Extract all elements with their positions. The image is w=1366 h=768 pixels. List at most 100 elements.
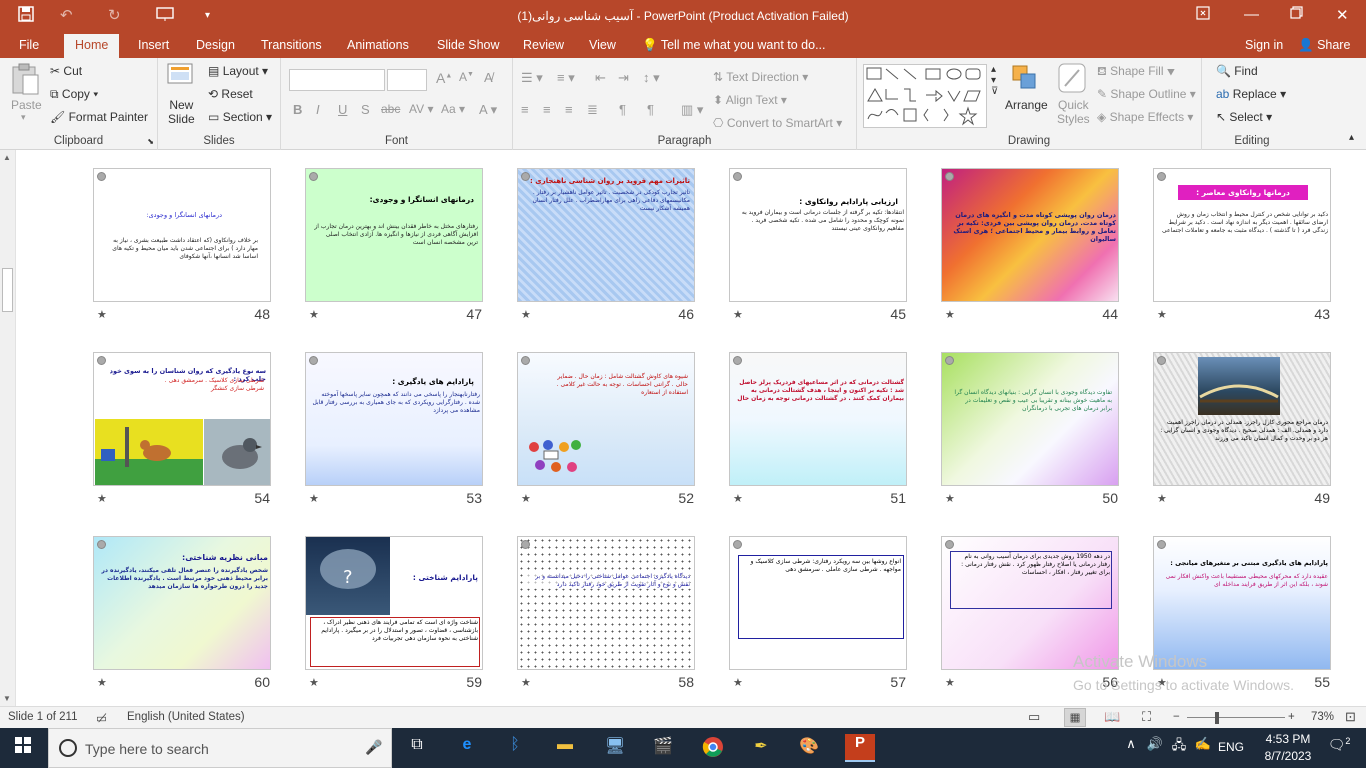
zoom-out-icon[interactable]: −: [1173, 711, 1180, 723]
close-icon[interactable]: ✕: [1336, 6, 1349, 24]
vertical-scrollbar[interactable]: ▲ ▼: [0, 150, 16, 706]
slide-thumbnail-54[interactable]: سه نوع یادگیری که روان شناسان را به سوی …: [93, 352, 271, 486]
zoom-slider[interactable]: [1187, 717, 1285, 718]
replace-button[interactable]: ab Replace ▾: [1216, 87, 1286, 101]
transition-star-icon[interactable]: ★: [521, 676, 531, 689]
new-slide-button[interactable]: New Slide: [168, 98, 195, 126]
reading-view-icon[interactable]: 📖: [1104, 709, 1120, 725]
normal-view-icon[interactable]: ▭: [1028, 709, 1040, 725]
slide-thumbnail-55[interactable]: پارادایم های یادگیری مبتنی بر متغیرهای م…: [1153, 536, 1331, 670]
align-center-icon[interactable]: ≡: [543, 102, 551, 117]
tab-file[interactable]: File: [19, 38, 39, 52]
tab-slide-show[interactable]: Slide Show: [437, 38, 500, 52]
shapes-gallery[interactable]: [863, 64, 987, 128]
windows-start-icon[interactable]: [10, 736, 36, 760]
edge-icon[interactable]: e: [454, 736, 480, 760]
tab-design[interactable]: Design: [196, 38, 235, 52]
transition-star-icon[interactable]: ★: [733, 308, 743, 321]
char-spacing-icon[interactable]: AV ▾: [409, 102, 433, 116]
pen-tool-icon[interactable]: ✒: [748, 736, 774, 760]
paste-icon[interactable]: [10, 62, 42, 98]
paste-dropdown-icon[interactable]: ▾: [21, 112, 26, 123]
layout-button[interactable]: ▤ Layout ▾: [208, 64, 268, 78]
numbering-icon[interactable]: ≡ ▾: [557, 70, 575, 86]
tab-insert[interactable]: Insert: [138, 38, 169, 52]
share-button[interactable]: 👤 Share: [1298, 38, 1350, 53]
slide-thumbnail-51[interactable]: گشتالت درمانی که در اثر مساعیهای فردریک …: [729, 352, 907, 486]
file-explorer-icon[interactable]: ▬: [552, 736, 578, 760]
slide-thumbnail-47[interactable]: درمانهای انسانگرا و وجودی: رفتارهای مختل…: [305, 168, 483, 302]
clock[interactable]: 4:53 PM 8/7/2023: [1258, 732, 1318, 763]
font-color-icon[interactable]: A ▾: [479, 102, 497, 118]
slide-thumbnail-43[interactable]: درمانها روانکاوی معاصر : دکید بر توانایی…: [1153, 168, 1331, 302]
quick-styles-icon[interactable]: [1057, 62, 1087, 97]
transition-star-icon[interactable]: ★: [1157, 492, 1167, 505]
shadow-icon[interactable]: S: [361, 102, 370, 117]
show-hidden-icons[interactable]: ∧: [1118, 736, 1144, 760]
scroll-thumb[interactable]: [2, 268, 13, 312]
microphone-icon[interactable]: 🎤: [365, 739, 382, 756]
slide-thumbnail-46[interactable]: تاثیرات مهم فروید بر روان شناسی ناهنجاری…: [517, 168, 695, 302]
tab-view[interactable]: View: [589, 38, 616, 52]
taskbar-search-box[interactable]: Type here to search 🎤: [48, 728, 392, 768]
shapes-more-icon[interactable]: ▴ ▾ ⊽: [991, 64, 998, 97]
transition-star-icon[interactable]: ★: [945, 676, 955, 689]
find-button[interactable]: 🔍 Find: [1216, 64, 1258, 78]
scroll-down-icon[interactable]: ▼: [3, 694, 11, 703]
fit-to-window-icon[interactable]: ⊡: [1345, 709, 1356, 725]
slide-thumbnail-45[interactable]: ارزیابی پارادایم روانکاوی : انتقادها: تک…: [729, 168, 907, 302]
increase-indent-icon[interactable]: ⇥: [618, 70, 629, 86]
font-size-box[interactable]: [387, 69, 427, 91]
arrange-icon[interactable]: [1009, 62, 1041, 97]
italic-icon[interactable]: I: [316, 102, 320, 117]
transition-star-icon[interactable]: ★: [309, 492, 319, 505]
minimize-icon[interactable]: —: [1244, 6, 1259, 23]
slide-thumbnail-48[interactable]: درمانهای انسانگرا و وجودی: بر خلاف روانک…: [93, 168, 271, 302]
collapse-ribbon-icon[interactable]: ▴: [1349, 132, 1354, 143]
powerpoint-taskbar-icon[interactable]: P: [845, 734, 875, 762]
align-text-button[interactable]: ⬍ Align Text ▾: [713, 93, 787, 107]
slide-thumbnail-60[interactable]: مبانی نظریه شناختی: شخص یادگیرنده را عنص…: [93, 536, 271, 670]
tab-animations[interactable]: Animations: [347, 38, 409, 52]
transition-star-icon[interactable]: ★: [1157, 308, 1167, 321]
shape-effects-button[interactable]: ◈ Shape Effects ▾: [1097, 110, 1193, 124]
shape-outline-button[interactable]: ✎ Shape Outline ▾: [1097, 87, 1196, 101]
transition-star-icon[interactable]: ★: [521, 308, 531, 321]
volume-icon[interactable]: 🔊: [1142, 736, 1168, 760]
transition-star-icon[interactable]: ★: [521, 492, 531, 505]
copy-button[interactable]: ⧉ Copy ▾: [50, 87, 98, 102]
arrange-button[interactable]: Arrange: [1005, 98, 1048, 112]
sign-in-link[interactable]: Sign in: [1245, 38, 1283, 52]
rtl-icon[interactable]: ¶: [619, 102, 626, 117]
align-right-icon[interactable]: ≡: [565, 102, 573, 117]
align-left-icon[interactable]: ≡: [521, 102, 529, 117]
network-app-icon[interactable]: 🖥: [602, 736, 628, 760]
grow-font-icon[interactable]: A▲: [436, 70, 452, 86]
transition-star-icon[interactable]: ★: [97, 676, 107, 689]
restore-ribbon-icon[interactable]: [1196, 6, 1210, 24]
slide-thumbnail-50[interactable]: تفاوت دیدگاه وجودی با انسان گرایی : بنیا…: [941, 352, 1119, 486]
columns-icon[interactable]: ▥ ▾: [681, 102, 703, 118]
shape-fill-button[interactable]: ⛾ Shape Fill ▾: [1097, 64, 1175, 80]
paint-icon[interactable]: 🎨: [796, 736, 822, 760]
tab-review[interactable]: Review: [523, 38, 564, 52]
slide-thumbnail-57[interactable]: انواع روشها بین سه رویکرد رفتاری: شرطی س…: [729, 536, 907, 670]
scroll-up-icon[interactable]: ▲: [3, 153, 11, 162]
slide-thumbnail-49[interactable]: درمان مراجع محوری کارل راجرز. همدلی در د…: [1153, 352, 1331, 486]
justify-icon[interactable]: ≣: [587, 102, 598, 118]
tell-me-box[interactable]: 💡 Tell me what you want to do...: [642, 38, 826, 53]
new-slide-icon[interactable]: [166, 62, 196, 97]
quick-styles-button[interactable]: Quick Styles: [1057, 98, 1090, 126]
cut-button[interactable]: ✂ Cut: [50, 64, 82, 78]
transition-star-icon[interactable]: ★: [945, 492, 955, 505]
language-indicator[interactable]: English (United States): [127, 711, 245, 723]
zoom-level[interactable]: 73%: [1311, 711, 1334, 723]
reset-button[interactable]: ⟲ Reset: [208, 87, 253, 101]
bluetooth-icon[interactable]: ᛒ: [502, 736, 528, 760]
paste-button[interactable]: Paste: [11, 98, 42, 112]
transition-star-icon[interactable]: ★: [97, 492, 107, 505]
network-icon[interactable]: 🖧: [1166, 736, 1192, 760]
clear-format-icon[interactable]: A̸: [484, 70, 493, 85]
slide-thumbnail-44[interactable]: درمان روان پویشی کوتاه مدت و انگیزه های …: [941, 168, 1119, 302]
line-spacing-icon[interactable]: ↕ ▾: [643, 70, 660, 86]
